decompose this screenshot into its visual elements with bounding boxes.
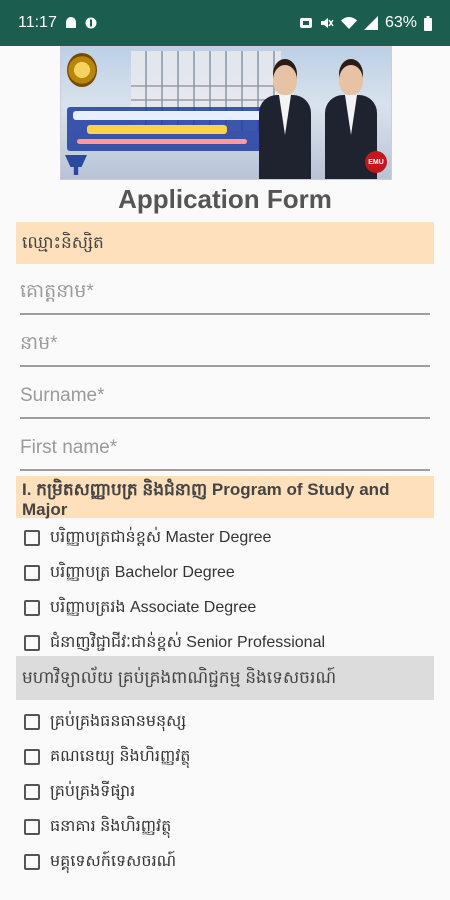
section-student-name: ឈ្មោះនិស្សិត (16, 222, 434, 264)
checkbox-label: គ្រប់គ្រងទីផ្សារ (50, 783, 136, 800)
checkbox[interactable] (24, 854, 40, 870)
checkbox-major[interactable]: ធនាគារ និងហិរញ្ញវត្ថុ (24, 815, 171, 839)
khmer-name-field[interactable] (20, 327, 430, 367)
battery-percent: 63% (384, 14, 417, 31)
emu-badge: EMU (365, 151, 387, 173)
university-banner: EMU (60, 46, 392, 180)
section-faculty: មហាវិទ្យាល័យ គ្រប់គ្រងពាណិជ្ជកម្ម និងទេស… (16, 656, 434, 700)
first-name-field[interactable] (20, 431, 430, 471)
checkbox[interactable] (24, 819, 40, 835)
notification-icon (85, 17, 97, 29)
alarm-icon (299, 16, 313, 30)
page-title: Application Form (118, 184, 332, 214)
checkbox-label: ជំនាញវិជ្ជាជីវៈជាន់ខ្ពស់ Senior Professi… (50, 634, 326, 651)
checkbox[interactable] (24, 600, 40, 616)
checkbox-major[interactable]: មគ្គុទេសក៍ទេសចរណ៍ (24, 850, 176, 874)
checkbox-label: មគ្គុទេសក៍ទេសចរណ៍ (50, 853, 177, 870)
checkbox[interactable] (24, 784, 40, 800)
banner-title-graphic (67, 107, 279, 151)
checkbox[interactable] (24, 635, 40, 651)
khmer-surname-field[interactable] (20, 275, 430, 315)
university-logo (67, 53, 97, 87)
battery-icon (424, 15, 432, 31)
checkbox[interactable] (24, 714, 40, 730)
student-figure (257, 65, 313, 179)
checkbox-label: បរិញ្ញាបត្ររង Associate Degree (50, 599, 257, 616)
surname-field[interactable] (20, 379, 430, 419)
checkbox-label: បរិញ្ញាបត្រជាន់ខ្ពស់ Master Degree (50, 529, 272, 546)
section-program-of-study: I. កម្រិតសញ្ញាបត្រ និងជំនាញ Program of S… (16, 476, 434, 519)
checkbox[interactable] (24, 749, 40, 765)
cloud-icon (64, 17, 78, 29)
checkbox-major[interactable]: គ្រប់គ្រងធនធានមនុស្ស (24, 710, 186, 734)
checkbox-label: ធនាគារ និងហិរញ្ញវត្ថុ (50, 818, 172, 835)
checkbox-major[interactable]: គ្រប់គ្រងទីផ្សារ (24, 780, 135, 804)
checkbox-master-degree[interactable]: បរិញ្ញាបត្រជាន់ខ្ពស់ Master Degree (24, 526, 271, 550)
signal-icon (363, 16, 378, 30)
status-bar: 11:17 63% (0, 0, 450, 46)
clock: 11:17 (18, 14, 57, 31)
checkbox[interactable] (24, 530, 40, 546)
checkbox-senior-professional[interactable]: ជំនាញវិជ្ជាជីវៈជាន់ខ្ពស់ Senior Professi… (24, 631, 325, 655)
checkbox-major[interactable]: គណនេយ្យ និងហិរញ្ញវត្ថុ (24, 745, 190, 769)
mute-icon (320, 16, 334, 30)
checkbox[interactable] (24, 565, 40, 581)
checkbox-label: គណនេយ្យ និងហិរញ្ញវត្ថុ (50, 748, 191, 765)
checkbox-label: គ្រប់គ្រងធនធានមនុស្ស (50, 713, 187, 730)
checkbox-associate-degree[interactable]: បរិញ្ញាបត្ររង Associate Degree (24, 596, 256, 620)
checkbox-label: បរិញ្ញាបត្រ Bachelor Degree (50, 564, 235, 581)
wifi-icon (340, 16, 357, 30)
checkbox-bachelor-degree[interactable]: បរិញ្ញាបត្រ Bachelor Degree (24, 561, 235, 585)
trophy-icon (65, 155, 87, 175)
